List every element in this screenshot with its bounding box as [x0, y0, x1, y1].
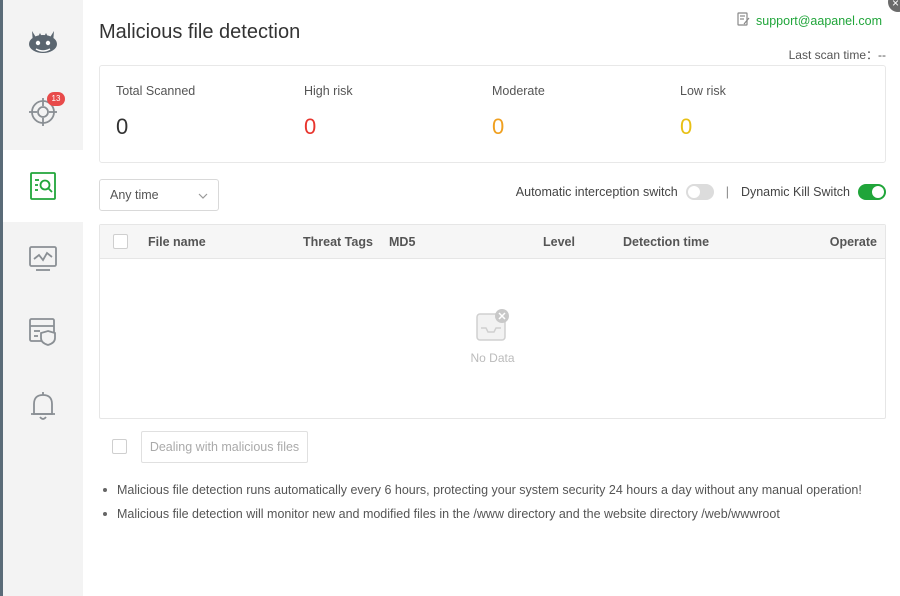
stat-label: Total Scanned [116, 84, 196, 98]
server-shield-icon [28, 317, 58, 347]
time-filter-value: Any time [110, 188, 159, 202]
chevron-down-icon [198, 188, 208, 202]
dragon-logo-icon [26, 23, 60, 57]
column-file-name[interactable]: File name [148, 235, 206, 249]
note-item: Malicious file detection runs automatica… [103, 483, 862, 507]
sidebar-item-security[interactable]: 13 [3, 76, 83, 148]
close-icon[interactable]: × [888, 0, 900, 12]
column-threat-tags[interactable]: Threat Tags [303, 235, 373, 249]
sidebar-item-logo[interactable] [3, 4, 83, 76]
page-title: Malicious file detection [99, 21, 301, 43]
support-email[interactable]: support@aapanel.com [756, 14, 882, 28]
sidebar-item-file-detection[interactable] [3, 150, 83, 222]
stat-high-risk: High risk 0 [304, 84, 353, 140]
bulk-select-checkbox[interactable] [112, 439, 127, 454]
stat-label: High risk [304, 84, 353, 98]
sidebar: 13 [0, 0, 83, 596]
column-operate: Operate [829, 235, 877, 249]
last-scan-label: Last scan time： [788, 48, 878, 62]
dynamic-kill-toggle[interactable] [858, 184, 886, 200]
time-filter-select[interactable]: Any time [99, 179, 219, 211]
support-link[interactable]: support@aapanel.com [737, 12, 882, 29]
stat-value: 0 [680, 114, 693, 139]
file-scan-icon [29, 171, 57, 201]
stat-value: 0 [116, 114, 129, 139]
monitor-chart-icon [28, 245, 58, 273]
stat-low-risk: Low risk 0 [680, 84, 726, 140]
select-all-checkbox[interactable] [113, 234, 128, 249]
notification-badge: 13 [47, 92, 65, 106]
sidebar-item-server-protection[interactable] [3, 296, 83, 368]
column-md5[interactable]: MD5 [389, 235, 415, 249]
column-detection-time[interactable]: Detection time [623, 235, 709, 249]
stat-label: Moderate [492, 84, 545, 98]
notes-list: Malicious file detection runs automatica… [103, 483, 862, 531]
note-item: Malicious file detection will monitor ne… [103, 507, 862, 531]
stat-value: 0 [304, 114, 317, 139]
document-edit-icon [737, 12, 750, 29]
auto-interception-label: Automatic interception switch [515, 185, 678, 199]
stat-value: 0 [492, 114, 505, 139]
deal-malicious-files-button[interactable]: Dealing with malicious files [141, 431, 308, 463]
sidebar-item-monitor[interactable] [3, 223, 83, 295]
bell-icon [29, 390, 57, 422]
last-scan-value: -- [878, 48, 886, 62]
detection-table: File name Threat Tags MD5 Level Detectio… [99, 224, 886, 419]
table-header: File name Threat Tags MD5 Level Detectio… [100, 225, 885, 259]
sidebar-item-alerts[interactable] [3, 370, 83, 442]
column-level[interactable]: Level [543, 235, 575, 249]
last-scan-time: Last scan time：-- [789, 46, 886, 63]
stat-moderate: Moderate 0 [492, 84, 545, 140]
empty-state: No Data [100, 308, 885, 365]
empty-inbox-icon [475, 309, 511, 345]
switch-row: Automatic interception switch | Dynamic … [516, 184, 886, 200]
auto-interception-toggle[interactable] [685, 184, 714, 200]
no-data-text: No Data [470, 351, 515, 365]
stat-total-scanned: Total Scanned 0 [116, 84, 195, 140]
separator: | [725, 185, 729, 199]
dynamic-kill-label: Dynamic Kill Switch [740, 185, 850, 199]
stats-panel: Total Scanned 0 High risk 0 Moderate 0 L… [99, 65, 886, 163]
stat-label: Low risk [680, 84, 726, 98]
